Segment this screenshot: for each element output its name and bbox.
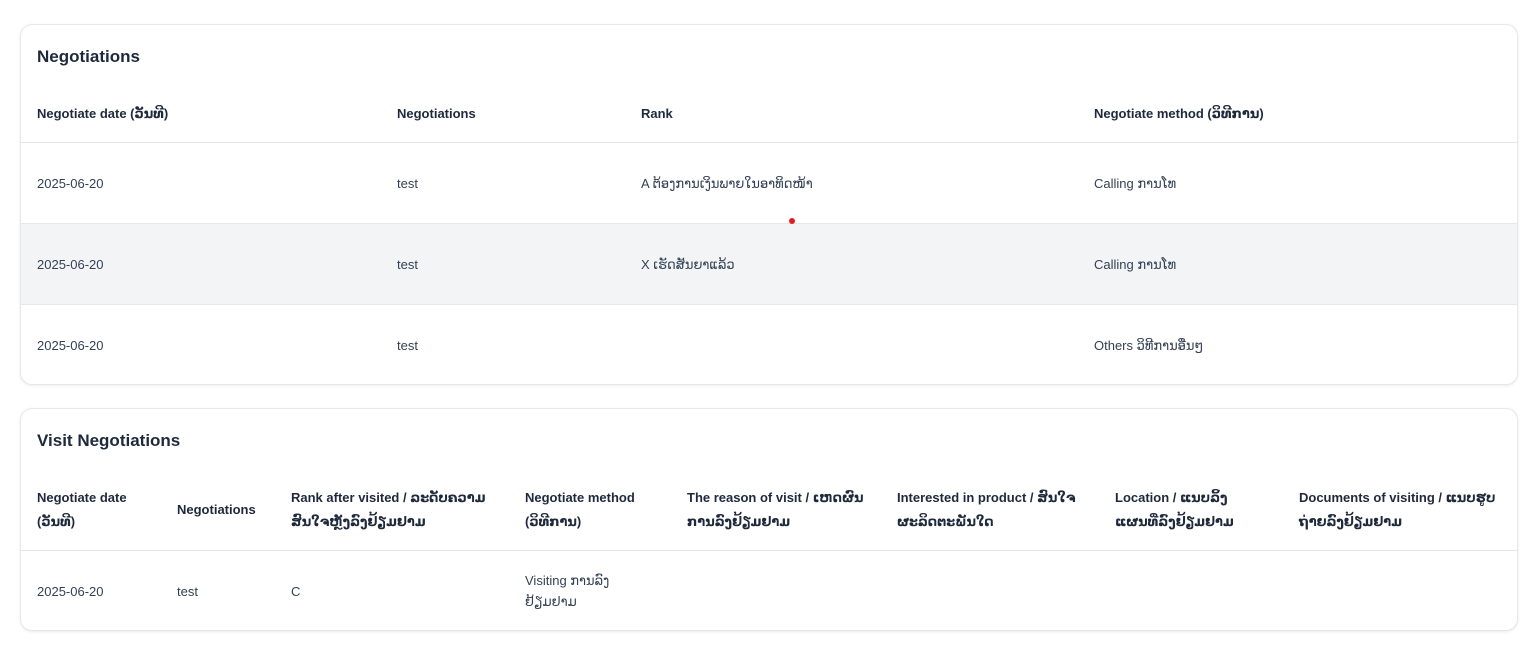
cell-rank-after-visited: C xyxy=(291,583,301,599)
table-row[interactable]: 2025-06-20 test C Visiting ການລົງຢ້ຽມຢາມ xyxy=(21,551,1517,631)
cell-negotiations: test xyxy=(397,337,418,353)
cell-negotiate-method: Others ວິທີການອື່ນໆ xyxy=(1094,337,1204,353)
negotiations-title: Negotiations xyxy=(37,47,140,66)
visit-negotiations-card: Visit Negotiations Negotiate date (ວັນທີ… xyxy=(20,408,1518,631)
visit-negotiations-header-row: Negotiate date (ວັນທີ) Negotiations Rank… xyxy=(21,470,1517,551)
cell-negotiate-date: 2025-06-20 xyxy=(21,142,381,224)
cell-interested-product xyxy=(881,551,1099,631)
cell-negotiate-date: 2025-06-20 xyxy=(37,583,104,599)
cell-negotiate-method: Calling ການໂທ xyxy=(1078,142,1517,224)
column-header-reason-of-visit: The reason of visit / ເຫດຜົນການລົງຢ້ຽມຢາ… xyxy=(671,470,881,551)
table-row[interactable]: 2025-06-20 test Others ວິທີການອື່ນໆ xyxy=(21,305,1517,385)
column-header-negotiations: Negotiations xyxy=(161,470,275,551)
cursor-marker xyxy=(789,218,795,224)
cell-negotiate-method: Visiting ການລົງຢ້ຽມຢາມ xyxy=(525,573,610,609)
cell-negotiations: test xyxy=(381,223,625,305)
column-header-rank: Rank xyxy=(625,86,1078,143)
column-header-rank-after-visited: Rank after visited / ລະດັບຄວາມສົນໃຈຫຼັງລ… xyxy=(275,470,509,551)
cell-negotiations: test xyxy=(177,583,198,599)
column-header-negotiate-method: Negotiate method (ວິທີການ) xyxy=(1078,86,1517,143)
column-header-location: Location / ແນບລິ້ງແຜນທີ່ລົງຢ້ຽມຢາມ xyxy=(1099,470,1283,551)
negotiations-table: Negotiate date (ວັນທີ) Negotiations Rank… xyxy=(21,86,1517,385)
cell-rank xyxy=(625,305,1078,385)
visit-negotiations-title: Visit Negotiations xyxy=(37,431,181,450)
cell-negotiations: test xyxy=(381,142,625,224)
cell-reason-of-visit xyxy=(671,551,881,631)
column-header-negotiate-date: Negotiate date (ວັນທີ) xyxy=(21,86,381,143)
cell-documents xyxy=(1283,551,1517,631)
column-header-negotiate-date: Negotiate date (ວັນທີ) xyxy=(21,470,161,551)
column-header-negotiations: Negotiations xyxy=(381,86,625,143)
column-header-negotiate-method: Negotiate method (ວິທີການ) xyxy=(509,470,671,551)
cell-location xyxy=(1099,551,1283,631)
column-header-documents: Documents of visiting / ແນບຮູບຖ່າຍລົງຢ້ຽ… xyxy=(1283,470,1517,551)
table-row[interactable]: 2025-06-20 test X ເຮັດສັນຍາແລ້ວ Calling … xyxy=(21,223,1517,305)
cell-negotiate-method: Calling ການໂທ xyxy=(1078,223,1517,305)
cell-negotiate-date: 2025-06-20 xyxy=(37,337,104,353)
table-row[interactable]: 2025-06-20 test A ຕ້ອງການເງິນພາຍໃນອາທິດໜ… xyxy=(21,142,1517,224)
visit-negotiations-table: Negotiate date (ວັນທີ) Negotiations Rank… xyxy=(21,470,1517,631)
negotiations-header-row: Negotiate date (ວັນທີ) Negotiations Rank… xyxy=(21,86,1517,143)
cell-rank: A ຕ້ອງການເງິນພາຍໃນອາທິດໜ້າ xyxy=(625,142,1078,224)
negotiations-card: Negotiations Negotiate date (ວັນທີ) Nego… xyxy=(20,24,1518,385)
cell-rank: X ເຮັດສັນຍາແລ້ວ xyxy=(625,223,1078,305)
column-header-interested-product: Interested in product / ສົນໃຈຜະລິດຕະພັນໃ… xyxy=(881,470,1099,551)
cell-negotiate-date: 2025-06-20 xyxy=(21,223,381,305)
